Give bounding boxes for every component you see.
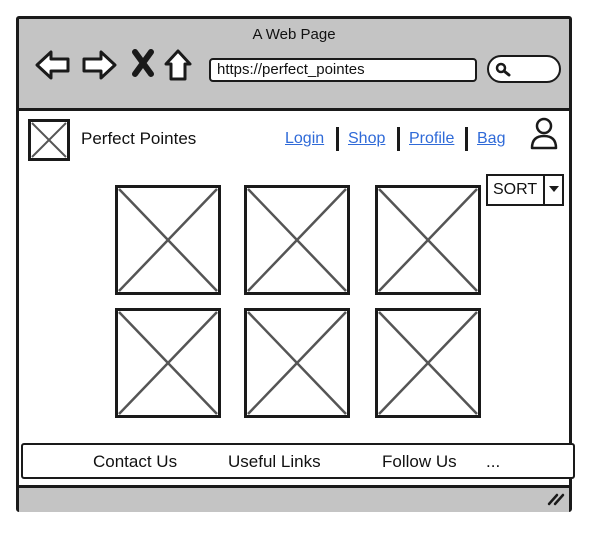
browser-window: A Web Page https://perfect_pointes Perfe…	[16, 16, 575, 512]
nav-bag-link[interactable]: Bag	[477, 130, 505, 148]
search-icon	[495, 62, 511, 77]
resize-grip-icon[interactable]	[547, 492, 565, 506]
site-footer: Contact Us Useful Links Follow Us ...	[21, 443, 575, 479]
sort-divider	[543, 176, 545, 204]
forward-arrow-icon[interactable]	[81, 48, 117, 82]
sort-dropdown[interactable]: SORT	[486, 174, 564, 206]
caret-down-icon	[549, 186, 559, 192]
nav-separator	[465, 127, 468, 151]
product-image-placeholder[interactable]	[375, 308, 481, 418]
nav-profile-link[interactable]: Profile	[409, 130, 454, 148]
sort-label: SORT	[493, 181, 538, 198]
product-image-placeholder[interactable]	[115, 308, 221, 418]
product-image-placeholder[interactable]	[244, 185, 350, 295]
status-bar	[19, 485, 569, 512]
nav-separator	[397, 127, 400, 151]
nav-separator	[336, 127, 339, 151]
footer-useful-links[interactable]: Useful Links	[228, 452, 321, 472]
back-arrow-icon[interactable]	[35, 48, 71, 82]
brand-name: Perfect Pointes	[81, 129, 197, 148]
product-image-placeholder[interactable]	[115, 185, 221, 295]
browser-chrome: A Web Page https://perfect_pointes	[19, 19, 569, 111]
footer-more-link[interactable]: ...	[486, 452, 500, 472]
address-bar[interactable]: https://perfect_pointes	[209, 58, 477, 82]
home-icon[interactable]	[163, 48, 193, 82]
footer-contact-link[interactable]: Contact Us	[93, 452, 177, 472]
window-title: A Web Page	[252, 26, 336, 43]
product-image-placeholder[interactable]	[375, 185, 481, 295]
footer-follow-link[interactable]: Follow Us	[382, 452, 457, 472]
product-image-placeholder[interactable]	[244, 308, 350, 418]
user-icon[interactable]	[530, 117, 558, 151]
nav-shop-link[interactable]: Shop	[348, 130, 385, 148]
nav-login-link[interactable]: Login	[285, 130, 324, 148]
logo-image-placeholder[interactable]	[28, 119, 70, 161]
stop-close-icon[interactable]	[131, 48, 155, 78]
search-box[interactable]	[487, 55, 561, 83]
